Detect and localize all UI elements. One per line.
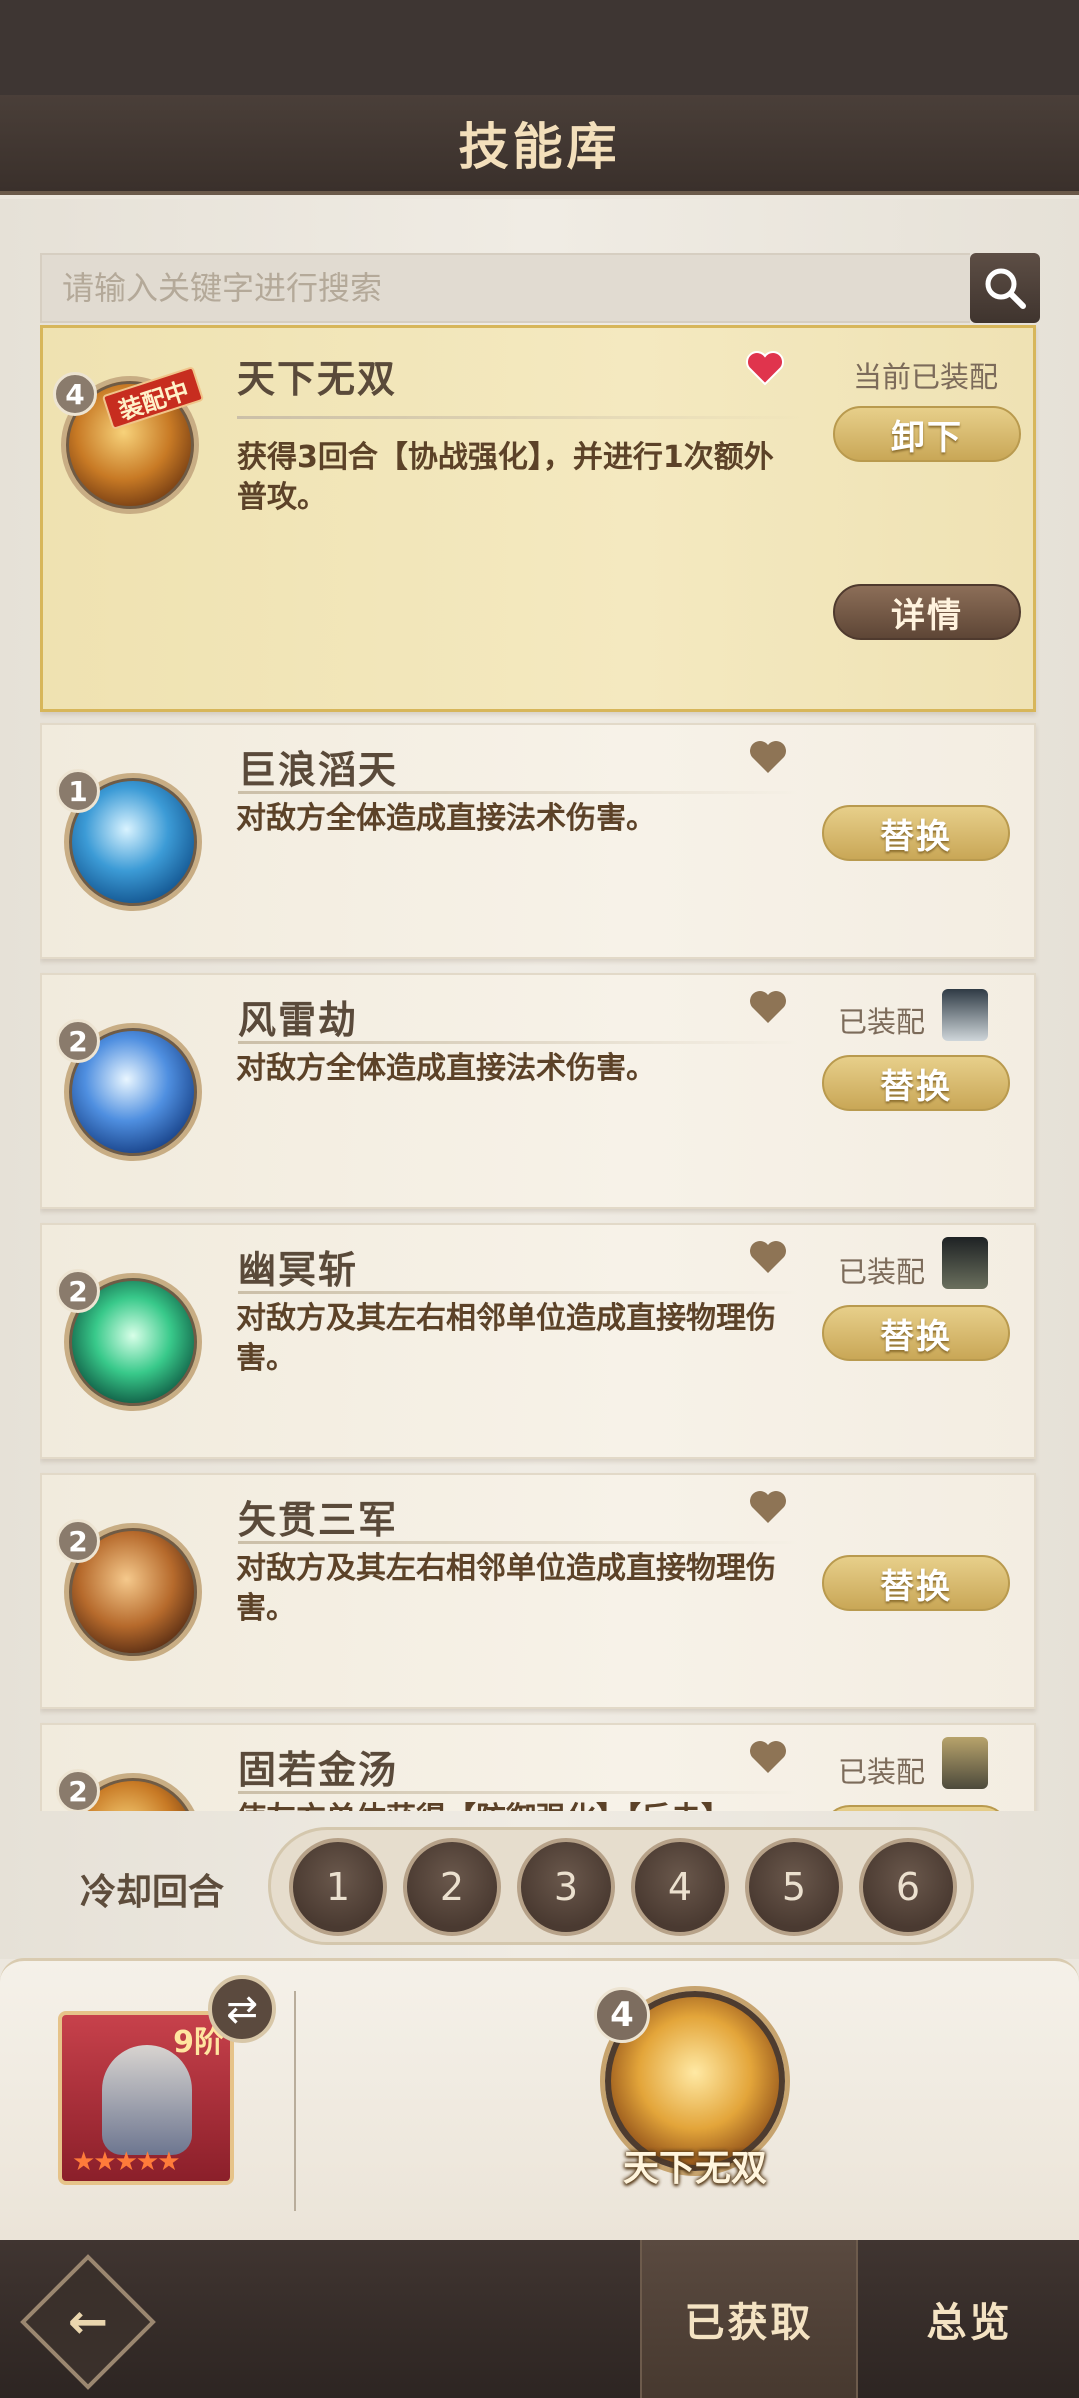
- hero-stars: ★★★★★: [72, 2147, 181, 2177]
- name-divider: [238, 1291, 798, 1294]
- skill-name: 矢贯三军: [238, 1498, 399, 1542]
- cooldown-option-4[interactable]: 4: [631, 1838, 729, 1936]
- favorite-heart-icon[interactable]: [748, 1489, 788, 1525]
- skill-card-equipped[interactable]: 装配中 4 天下无双 获得3回合【协战强化】，并进行1次额外普攻。 当前已装配 …: [40, 325, 1036, 712]
- skill-description: 对敌方及其左右相邻单位造成直接物理伤害。: [236, 1301, 776, 1376]
- skill-name: 固若金汤: [238, 1748, 399, 1792]
- favorite-heart-icon[interactable]: [748, 739, 788, 775]
- skill-name: 巨浪滔天: [238, 748, 399, 792]
- name-divider: [238, 1791, 798, 1794]
- hero-portrait: [102, 2045, 192, 2155]
- favorite-heart-icon[interactable]: [748, 1739, 788, 1775]
- name-divider: [238, 1041, 798, 1044]
- cooldown-option-6[interactable]: 6: [859, 1838, 957, 1936]
- replace-button[interactable]: 替换: [822, 805, 1010, 861]
- skill-name: 天下无双: [237, 357, 398, 401]
- equip-status: 已装配: [838, 1005, 926, 1039]
- equip-status: 已装配: [838, 1755, 926, 1789]
- skill-card[interactable]: 2 固若金汤 使友方单体获得【防御强化】【反击】 已装配 替换: [40, 1723, 1036, 1811]
- cooldown-track: 1 2 3 4 5 6: [268, 1827, 974, 1945]
- skill-name: 幽冥斩: [238, 1248, 359, 1292]
- cooldown-option-1[interactable]: 1: [289, 1838, 387, 1936]
- skill-level-badge: 2: [56, 1269, 100, 1313]
- panel-divider: [294, 1991, 296, 2211]
- skill-description: 获得3回合【协战强化】，并进行1次额外普攻。: [237, 440, 774, 515]
- replace-button[interactable]: 替换: [822, 1305, 1010, 1361]
- cooldown-option-5[interactable]: 5: [745, 1838, 843, 1936]
- search-bar: [40, 253, 1040, 323]
- search-button[interactable]: [970, 253, 1040, 323]
- name-divider: [238, 1541, 798, 1544]
- skill-card[interactable]: 2 风雷劫 对敌方全体造成直接法术伤害。 已装配 替换: [40, 973, 1036, 1209]
- cooldown-option-2[interactable]: 2: [403, 1838, 501, 1936]
- back-arrow-icon: ←: [67, 2294, 109, 2350]
- hero-portrait-card[interactable]: 9阶 ★★★★★: [58, 2011, 234, 2185]
- selected-skill-level-badge: 4: [594, 1987, 650, 2043]
- skill-level-badge: 2: [56, 1769, 100, 1811]
- replace-button[interactable]: 替换: [822, 1055, 1010, 1111]
- name-divider: [238, 791, 798, 794]
- tab-acquired[interactable]: 已获取: [640, 2240, 858, 2398]
- skill-description: 使友方单体获得【防御强化】【反击】: [236, 1799, 796, 1811]
- skill-list[interactable]: 装配中 4 天下无双 获得3回合【协战强化】，并进行1次额外普攻。 当前已装配 …: [40, 325, 1040, 1811]
- equipped-hero-avatar: [942, 1237, 988, 1289]
- replace-button[interactable]: 替换: [822, 1555, 1010, 1611]
- swap-hero-icon[interactable]: ⇄: [208, 1975, 276, 2043]
- selected-skill-panel: 9阶 ★★★★★ ⇄ 4 天下无双: [0, 1958, 1079, 2240]
- equipped-hero-avatar: [942, 1737, 988, 1789]
- equip-status: 当前已装配: [853, 360, 999, 394]
- favorite-heart-icon[interactable]: [748, 1239, 788, 1275]
- skill-name: 风雷劫: [238, 998, 359, 1042]
- unequip-button[interactable]: 卸下: [833, 406, 1021, 462]
- equipped-hero-avatar: [942, 989, 988, 1041]
- skill-description: 对敌方及其左右相邻单位造成直接物理伤害。: [236, 1551, 776, 1626]
- status-bar: [0, 0, 1079, 95]
- skill-level-badge: 2: [56, 1519, 100, 1563]
- favorite-heart-icon[interactable]: [748, 989, 788, 1025]
- skill-card[interactable]: 2 矢贯三军 对敌方及其左右相邻单位造成直接物理伤害。 替换: [40, 1473, 1036, 1709]
- page-title: 技能库: [458, 118, 621, 176]
- name-divider: [237, 416, 807, 419]
- cooldown-label: 冷却回合: [80, 1872, 225, 1913]
- selected-skill-name: 天下无双: [622, 2148, 767, 2189]
- skill-description: 对敌方全体造成直接法术伤害。: [236, 801, 656, 836]
- replace-button[interactable]: 替换: [822, 1805, 1010, 1811]
- details-button[interactable]: 详情: [833, 584, 1021, 640]
- equip-status: 已装配: [838, 1255, 926, 1289]
- search-icon: [985, 268, 1026, 309]
- skill-level-badge: 4: [53, 372, 97, 416]
- cooldown-filter: 冷却回合 1 2 3 4 5 6: [0, 1815, 1079, 1955]
- cooldown-option-3[interactable]: 3: [517, 1838, 615, 1936]
- skill-card[interactable]: 2 幽冥斩 对敌方及其左右相邻单位造成直接物理伤害。 已装配 替换: [40, 1223, 1036, 1459]
- tab-overview[interactable]: 总览: [860, 2240, 1079, 2398]
- title-bar: 技能库: [0, 95, 1079, 195]
- skill-level-badge: 2: [56, 1019, 100, 1063]
- search-input[interactable]: [40, 253, 970, 323]
- skill-card[interactable]: 1 巨浪滔天 对敌方全体造成直接法术伤害。 替换: [40, 723, 1036, 959]
- skill-level-badge: 1: [56, 769, 100, 813]
- bottom-navigation: ← 已获取 总览: [0, 2240, 1079, 2398]
- skill-description: 对敌方全体造成直接法术伤害。: [236, 1051, 656, 1086]
- favorite-heart-icon[interactable]: [745, 350, 785, 386]
